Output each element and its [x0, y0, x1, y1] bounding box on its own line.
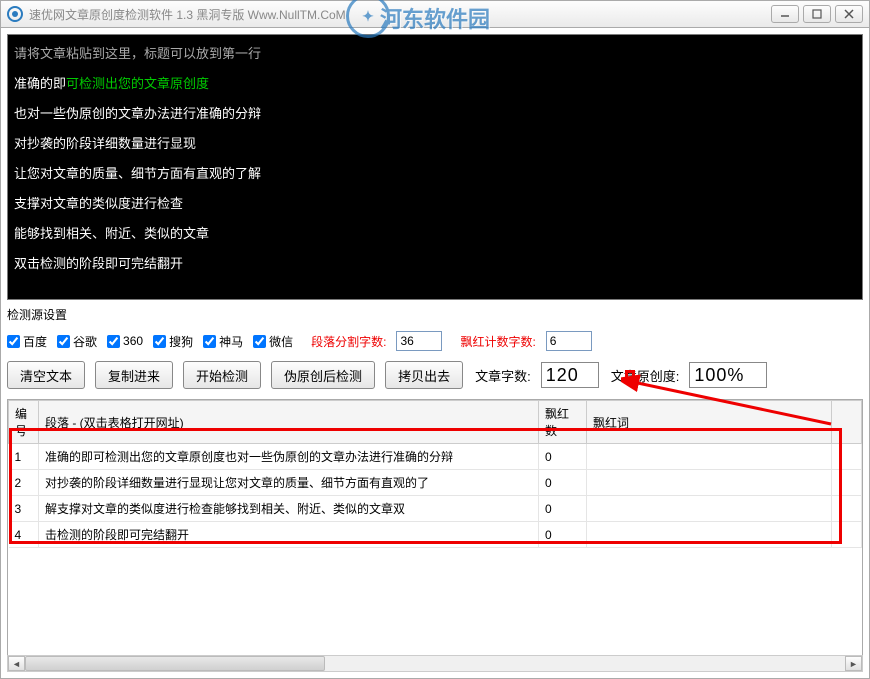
source-baidu-checkbox[interactable]: [7, 335, 20, 348]
scroll-right-icon[interactable]: ►: [845, 656, 862, 671]
minimize-button[interactable]: [771, 5, 799, 23]
cell-id: 1: [9, 444, 39, 470]
horizontal-scrollbar[interactable]: ◄ ►: [7, 655, 863, 672]
source-google-checkbox[interactable]: [57, 335, 70, 348]
cell-redcount: 0: [539, 522, 587, 548]
window-controls: [771, 5, 863, 23]
source-settings-label: 检测源设置: [7, 306, 863, 323]
editor-placeholder: 请将文章粘贴到这里，标题可以放到第一行: [14, 46, 261, 61]
pseudo-detect-button[interactable]: 伪原创后检测: [271, 361, 375, 389]
originality-label: 文章原创度:: [611, 366, 680, 385]
originality-value[interactable]: [689, 362, 767, 388]
col-id-header[interactable]: 编号: [9, 401, 39, 444]
table-row[interactable]: 3解支撑对文章的类似度进行检查能够找到相关、附近、类似的文章双0: [9, 496, 862, 522]
cell-redcount: 0: [539, 496, 587, 522]
table-row[interactable]: 4击检测的阶段即可完结翻开0: [9, 522, 862, 548]
close-button[interactable]: [835, 5, 863, 23]
cell-id: 3: [9, 496, 39, 522]
source-row: 百度 谷歌 360 搜狗 神马 微信 段落分割字数: 飘红计数字数:: [7, 331, 863, 351]
cell-redcount: 0: [539, 444, 587, 470]
source-shenma-checkbox[interactable]: [203, 335, 216, 348]
split-count-input[interactable]: [396, 331, 442, 351]
col-segment-header[interactable]: 段落 - (双击表格打开网址): [39, 401, 539, 444]
cell-segment: 对抄袭的阶段详细数量进行显现让您对文章的质量、细节方面有直观的了: [39, 470, 539, 496]
cell-redwords: [587, 444, 832, 470]
source-360-checkbox[interactable]: [107, 335, 120, 348]
scroll-track[interactable]: [25, 656, 845, 671]
start-detect-button[interactable]: 开始检测: [183, 361, 261, 389]
source-shenma[interactable]: 神马: [203, 333, 243, 350]
button-row: 清空文本 复制进来 开始检测 伪原创后检测 拷贝出去 文章字数: 文章原创度:: [7, 361, 863, 389]
table-row[interactable]: 2对抄袭的阶段详细数量进行显现让您对文章的质量、细节方面有直观的了0: [9, 470, 862, 496]
results-table-wrap: 编号 段落 - (双击表格打开网址) 飘红数 飘红词 1准确的即可检测出您的文章…: [7, 399, 863, 661]
col-redwords-header[interactable]: 飘红词: [587, 401, 832, 444]
clear-text-button[interactable]: 清空文本: [7, 361, 85, 389]
source-sogou[interactable]: 搜狗: [153, 333, 193, 350]
scroll-left-icon[interactable]: ◄: [8, 656, 25, 671]
window-title: 速优网文章原创度检测软件 1.3 黑洞专版 Www.NullTM.CoM: [29, 6, 771, 23]
cell-id: 4: [9, 522, 39, 548]
paste-in-button[interactable]: 复制进来: [95, 361, 173, 389]
article-editor[interactable]: 请将文章粘贴到这里，标题可以放到第一行 准确的即可检测出您的文章原创度 也对一些…: [7, 34, 863, 300]
split-count-label: 段落分割字数:: [311, 333, 386, 350]
source-sogou-checkbox[interactable]: [153, 335, 166, 348]
source-360[interactable]: 360: [107, 334, 143, 348]
cell-id: 2: [9, 470, 39, 496]
col-spare: [832, 401, 862, 444]
word-count-label: 文章字数:: [475, 366, 531, 385]
maximize-button[interactable]: [803, 5, 831, 23]
col-redcount-header[interactable]: 飘红数: [539, 401, 587, 444]
cell-segment: 解支撑对文章的类似度进行检查能够找到相关、附近、类似的文章双: [39, 496, 539, 522]
source-wechat[interactable]: 微信: [253, 333, 293, 350]
cell-redwords: [587, 496, 832, 522]
table-row[interactable]: 1准确的即可检测出您的文章原创度也对一些伪原创的文章办法进行准确的分辩0: [9, 444, 862, 470]
cell-redcount: 0: [539, 470, 587, 496]
source-wechat-checkbox[interactable]: [253, 335, 266, 348]
red-count-input[interactable]: [546, 331, 592, 351]
cell-redwords: [587, 522, 832, 548]
titlebar: 速优网文章原创度检测软件 1.3 黑洞专版 Www.NullTM.CoM: [0, 0, 870, 28]
cell-redwords: [587, 470, 832, 496]
scroll-thumb[interactable]: [25, 656, 325, 671]
source-google[interactable]: 谷歌: [57, 333, 97, 350]
cell-segment: 准确的即可检测出您的文章原创度也对一些伪原创的文章办法进行准确的分辩: [39, 444, 539, 470]
red-count-label: 飘红计数字数:: [460, 333, 535, 350]
source-baidu[interactable]: 百度: [7, 333, 47, 350]
cell-segment: 击检测的阶段即可完结翻开: [39, 522, 539, 548]
results-table[interactable]: 编号 段落 - (双击表格打开网址) 飘红数 飘红词 1准确的即可检测出您的文章…: [8, 400, 862, 548]
word-count-value[interactable]: [541, 362, 599, 388]
copy-out-button[interactable]: 拷贝出去: [385, 361, 463, 389]
app-icon: [7, 6, 23, 22]
